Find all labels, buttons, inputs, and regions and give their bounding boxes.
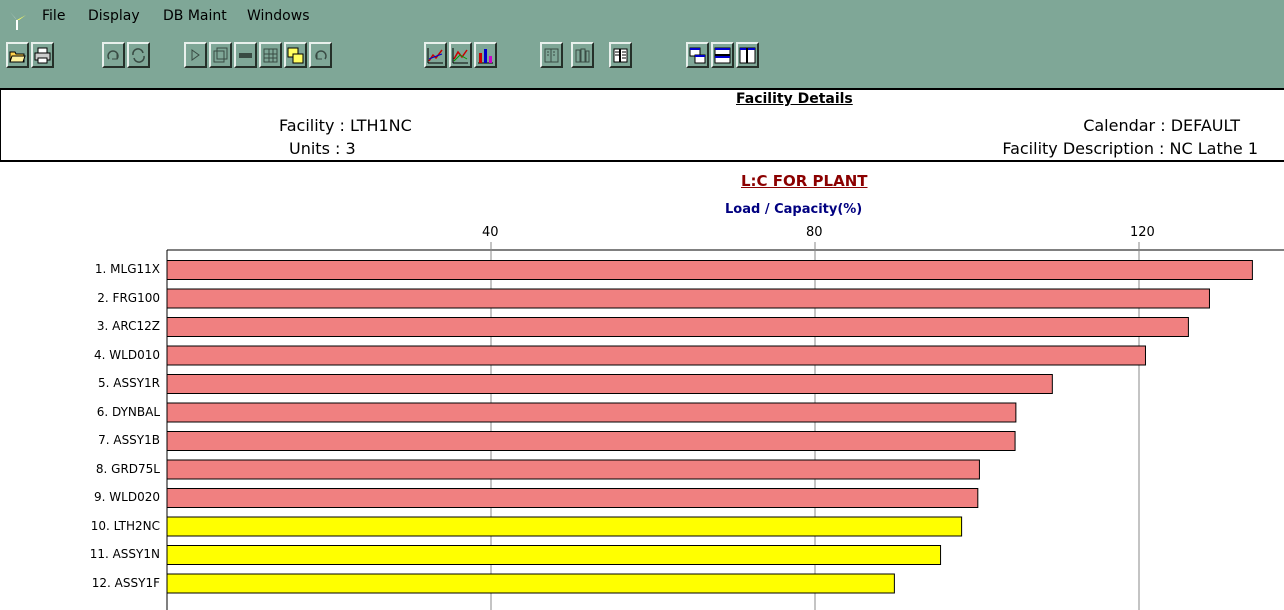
chart-title: L:C FOR PLANT — [741, 172, 868, 190]
bar-chart-icon — [478, 48, 493, 63]
books-button[interactable] — [571, 42, 594, 68]
play-icon — [191, 48, 200, 61]
toolbar-group — [609, 42, 634, 74]
books-icon — [575, 48, 590, 62]
bar-chart-button[interactable] — [474, 42, 497, 68]
refresh-icon — [132, 47, 145, 63]
facility-description-field: Facility Description : NC Lathe 1 — [1002, 139, 1258, 158]
open-folder-icon — [9, 51, 26, 62]
bar[interactable] — [166, 317, 1189, 337]
toolbar-group — [102, 42, 152, 74]
app-pinwheel-icon[interactable] — [6, 9, 28, 31]
bar[interactable] — [166, 260, 1253, 280]
bar[interactable] — [166, 402, 1017, 423]
redo-icon — [107, 49, 119, 59]
line-chart-alt-button[interactable] — [449, 42, 472, 68]
tile-horizontal-button[interactable] — [711, 42, 734, 68]
copy-window-icon — [213, 47, 228, 62]
bar[interactable] — [166, 459, 980, 480]
toolbar-group — [6, 42, 56, 74]
toolbar-group — [184, 42, 334, 74]
menu-db-maint[interactable]: DB Maint — [163, 8, 227, 24]
toolbar-group — [686, 42, 761, 74]
play-button[interactable] — [184, 42, 207, 68]
toolbar-group — [540, 42, 565, 74]
print-button[interactable] — [31, 42, 54, 68]
refresh-button[interactable] — [127, 42, 150, 68]
toolbar — [0, 36, 1284, 90]
bar[interactable] — [166, 545, 942, 565]
stack-windows-button[interactable] — [686, 42, 709, 68]
menu-windows[interactable]: Windows — [247, 8, 310, 24]
menu-file[interactable]: File — [42, 8, 65, 24]
bar[interactable] — [166, 345, 1146, 366]
toolbar-group — [424, 42, 499, 74]
undo-icon — [315, 49, 327, 59]
book-button[interactable] — [540, 42, 563, 68]
line-chart-alt-icon — [452, 47, 468, 63]
print-icon — [34, 47, 51, 63]
x-tick-label: 40 — [482, 225, 499, 240]
calendar-field: Calendar : DEFAULT — [1083, 116, 1240, 135]
x-tick-label: 80 — [806, 225, 823, 240]
copy-window-button[interactable] — [209, 42, 232, 68]
x-tick-label: 120 — [1130, 225, 1155, 240]
grid-data-icon — [263, 48, 278, 62]
cascade-icon — [287, 47, 304, 63]
bar[interactable] — [166, 431, 1016, 451]
details-title: Facility Details — [736, 91, 853, 107]
arrow-left-button[interactable] — [234, 42, 257, 68]
bar[interactable] — [166, 488, 979, 508]
tile-vertical-button[interactable] — [736, 42, 759, 68]
redo-button[interactable] — [102, 42, 125, 68]
bar[interactable] — [166, 374, 1053, 394]
bar-chart — [166, 242, 1284, 610]
book-icon — [544, 48, 559, 62]
cascade-button[interactable] — [284, 42, 307, 68]
split-panel-icon — [613, 48, 628, 62]
undo-button[interactable] — [309, 42, 332, 68]
units-field: Units : 3 — [289, 139, 356, 158]
menu-display[interactable]: Display — [88, 8, 140, 24]
bar[interactable] — [166, 573, 895, 594]
facility-field: Facility : LTH1NC — [279, 116, 412, 135]
x-axis-title: Load / Capacity(%) — [725, 202, 863, 217]
split-panel-button[interactable] — [609, 42, 632, 68]
open-folder-button[interactable] — [6, 42, 29, 68]
bar[interactable] — [166, 516, 963, 537]
toolbar-group — [571, 42, 596, 74]
arrow-left-icon — [239, 52, 252, 58]
menu-bar: File Display DB Maint Windows — [0, 0, 1284, 36]
line-chart-button[interactable] — [424, 42, 447, 68]
line-chart-icon — [427, 47, 443, 63]
facility-details-panel: Facility Details Facility : LTH1NC Units… — [0, 88, 1284, 162]
bar[interactable] — [166, 288, 1210, 309]
tile-vertical-icon — [739, 47, 756, 63]
tile-horizontal-icon — [714, 47, 731, 63]
stack-windows-icon — [689, 47, 706, 63]
grid-data-button[interactable] — [259, 42, 282, 68]
